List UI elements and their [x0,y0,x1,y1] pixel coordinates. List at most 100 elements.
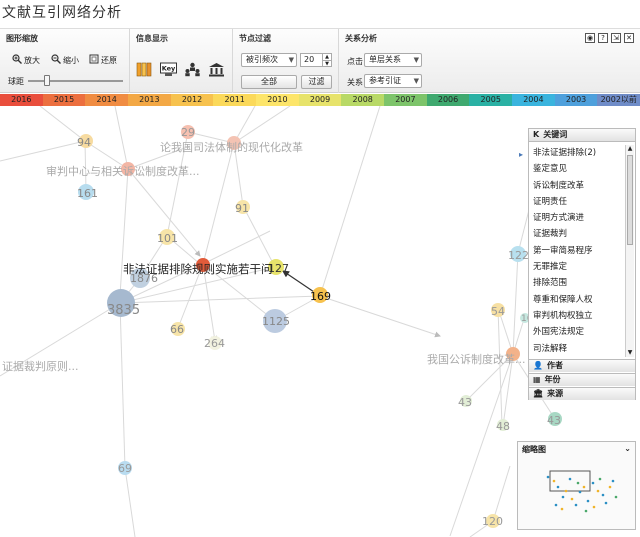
year-segment[interactable]: 2002以前 [597,94,640,106]
year-segment[interactable]: 2009 [298,94,342,106]
close-icon[interactable]: ✕ [624,33,634,43]
year-segment[interactable]: 2010 [256,94,299,106]
range-slider-thumb[interactable] [44,75,50,86]
year-segment[interactable]: 2003 [554,94,598,106]
restore-label: 还原 [101,56,117,65]
panel-toggle-arrow-icon[interactable]: ▸ [519,140,528,170]
stepper-down-icon[interactable]: ▼ [322,60,331,67]
node-label: 161 [77,187,98,200]
institution-icon: 🏛 [533,389,544,398]
keyword-item[interactable]: 鉴定意见 [529,161,625,177]
scroll-up-icon[interactable]: ▲ [626,145,634,153]
minimap-canvas [546,470,618,513]
relation-type-select[interactable]: 参考引证 ▼ [364,74,422,88]
keyword-item[interactable]: 非法证据排除(2) [529,145,625,161]
node-label: 264 [204,337,225,350]
year-segment[interactable]: 2005 [469,94,513,106]
filter-button[interactable]: 过滤 [301,75,332,89]
keyword-item[interactable]: 诉讼制度改革 [529,178,625,194]
nodes [78,125,562,528]
filter-type-value: 被引频次 [246,55,278,64]
node-label: 48 [496,420,510,433]
app-root: 文献互引网络分析 图形缩放 放大 缩小 还原 球距 信息显示 Key 节点过滤 … [0,0,640,537]
minimap-header: 缩略图 ⌄ [518,442,635,457]
node-label: 54 [491,305,505,318]
tab-author[interactable]: 👤 作者 [529,359,635,372]
keyword-item[interactable]: 第一审简易程序 [529,243,625,259]
year-segment[interactable]: 2007 [384,94,427,106]
keyword-item[interactable]: 证明责任 [529,194,625,210]
node-label: 29 [181,126,195,139]
keyword-item[interactable]: 排除范围 [529,275,625,291]
year-segment[interactable]: 2004 [512,94,555,106]
keyword-panel-title: 关键词 [543,130,568,139]
zoom-in-label: 放大 [24,56,40,65]
click-mode-select[interactable]: 单层关系 ▼ [364,53,422,67]
keyword-item[interactable]: 证明方式演进 [529,210,625,226]
node-label: 120 [482,515,503,528]
scrollbar-thumb[interactable] [627,155,633,245]
node-label: 43 [458,396,472,409]
relation-label: 关系 [347,78,363,87]
click-mode-value: 单层关系 [369,55,401,64]
scroll-down-icon[interactable]: ▼ [626,349,634,357]
filter-value-stepper[interactable]: 20 ▲ ▼ [300,53,332,67]
zoom-out-icon [51,54,61,67]
year-segment[interactable]: 2015 [42,94,86,106]
all-button[interactable]: 全部 [241,75,297,89]
books-icon[interactable] [136,62,153,77]
year-segment[interactable]: 2014 [85,94,129,106]
chevron-down-icon[interactable]: ⌄ [624,444,631,455]
tab-source[interactable]: 🏛 来源 [529,387,635,400]
click-label: 点击 [347,57,363,66]
range-slider-track[interactable] [28,80,123,82]
help-icon[interactable]: ? [598,33,608,43]
year-segment[interactable]: 2008 [341,94,385,106]
zoom-group: 图形缩放 放大 缩小 还原 球距 [0,29,130,93]
highlight-node-title: 非法证据排除规则实施若干问 [123,262,273,276]
keyword-item[interactable]: 无罪推定 [529,259,625,275]
filter-group: 节点过滤 被引频次 ▼ 20 ▲ ▼ 全部 过滤 [233,29,339,93]
node-label: 101 [157,232,178,245]
node-label: 3835 [107,303,141,318]
keyword-scrollbar[interactable]: ▲ ▼ [625,145,634,357]
node-label: 1125 [262,315,290,328]
faded-node-title: 我国公诉制度改革... [427,353,526,366]
restore-button[interactable]: 还原 [89,54,117,67]
zoom-out-button[interactable]: 缩小 [51,54,79,67]
camera-icon[interactable]: ◉ [585,33,595,43]
tab-year[interactable]: ▦ 年份 [529,373,635,386]
chevron-down-icon: ▼ [288,56,294,64]
keyword-icon[interactable]: Key [160,62,177,77]
faded-node-title: 论我国司法体制的现代化改革 [160,141,303,154]
year-segment[interactable]: 2006 [426,94,470,106]
keyword-k-icon: K [533,130,540,139]
relation-type-value: 参考引证 [369,76,401,85]
authors-icon[interactable] [184,62,201,77]
keyword-item[interactable]: 尊重和保障人权 [529,292,625,308]
keyword-panel: K 关键词 非法证据排除(2) 鉴定意见 诉讼制度改革 证明责任 证明方式演进 证据裁判第… [528,128,636,400]
page-title: 文献互引网络分析 [2,5,122,21]
keyword-item[interactable]: 司法解释 [529,341,625,357]
institution-icon[interactable] [208,62,225,77]
year-segment[interactable]: 2011 [213,94,257,106]
export-icon[interactable]: ⇲ [611,33,621,43]
zoom-out-label: 缩小 [63,56,79,65]
year-segment[interactable]: 2012 [170,94,214,106]
faded-node-title: 证据裁判原则... [2,360,79,373]
keyword-panel-header[interactable]: K 关键词 [529,129,635,142]
zoom-in-button[interactable]: 放大 [12,54,40,67]
info-group-title: 信息显示 [136,34,168,43]
minimap[interactable]: 缩略图 ⌄ [517,441,636,530]
toolbar-right-actions: ◉ ? ⇲ ✕ [585,33,634,43]
author-icon: 👤 [533,361,543,370]
keyword-item[interactable]: 证据裁判 [529,226,625,242]
year-segment[interactable]: 2016 [0,94,43,106]
keyword-item[interactable]: 外国宪法规定 [529,324,625,340]
node-label: 69 [118,462,132,475]
keyword-item[interactable]: 审判机构权独立 [529,308,625,324]
zoom-in-icon [12,54,22,67]
filter-type-select[interactable]: 被引频次 ▼ [241,53,297,67]
year-segment[interactable]: 2013 [128,94,171,106]
relation-group-title: 关系分析 [345,34,377,43]
